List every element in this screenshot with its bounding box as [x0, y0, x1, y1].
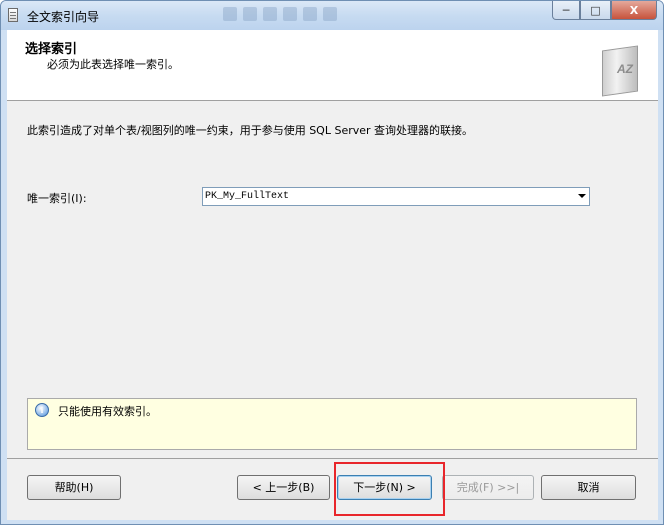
close-button[interactable]: X — [611, 1, 657, 20]
book-az-label: AZ — [617, 62, 633, 76]
maximize-button[interactable]: □ — [580, 1, 611, 20]
unique-index-value: PK_My_FullText — [205, 191, 290, 202]
ghost-icon — [263, 7, 277, 21]
next-button-highlight — [334, 462, 445, 516]
cancel-button[interactable]: 取消 — [541, 475, 636, 500]
ghost-icon — [223, 7, 237, 21]
minimize-button[interactable]: ─ — [552, 1, 580, 20]
unique-index-label: 唯一索引(I): — [27, 192, 87, 205]
unique-index-select[interactable]: PK_My_FullText — [202, 187, 590, 206]
ghost-icon — [323, 7, 337, 21]
book-az-icon: AZ — [602, 42, 646, 97]
ghost-icon — [243, 7, 257, 21]
help-button[interactable]: 帮助(H) — [27, 475, 121, 500]
taskbar-ghost-icons — [223, 7, 363, 23]
wizard-body: 此索引造成了对单个表/视图列的唯一约束，用于参与使用 SQL Server 查询… — [7, 101, 658, 458]
info-panel: i 只能使用有效索引。 — [27, 398, 637, 450]
finish-button[interactable]: 完成(F) >>| — [442, 475, 534, 500]
title-bar[interactable]: 全文索引向导 ─ □ X — [1, 1, 663, 30]
window-controls: ─ □ X — [552, 1, 657, 20]
index-description: 此索引造成了对单个表/视图列的唯一约束，用于参与使用 SQL Server 查询… — [27, 124, 474, 137]
page-subtitle: 必须为此表选择唯一索引。 — [47, 58, 179, 71]
back-button[interactable]: < 上一步(B) — [237, 475, 330, 500]
app-document-icon — [8, 8, 18, 22]
info-text: 只能使用有效索引。 — [58, 405, 157, 418]
ghost-icon — [303, 7, 317, 21]
wizard-window: 全文索引向导 ─ □ X 选择索引 必须为此表选择唯一索引。 AZ 此索引造成了… — [0, 0, 664, 525]
info-icon: i — [35, 403, 49, 417]
page-title: 选择索引 — [25, 42, 78, 57]
dropdown-arrow-icon[interactable] — [578, 194, 586, 198]
wizard-footer: 帮助(H) < 上一步(B) 下一步(N) > 完成(F) >>| 取消 — [7, 458, 658, 520]
ghost-icon — [283, 7, 297, 21]
window-title: 全文索引向导 — [27, 10, 100, 24]
wizard-header: 选择索引 必须为此表选择唯一索引。 AZ — [7, 30, 658, 101]
